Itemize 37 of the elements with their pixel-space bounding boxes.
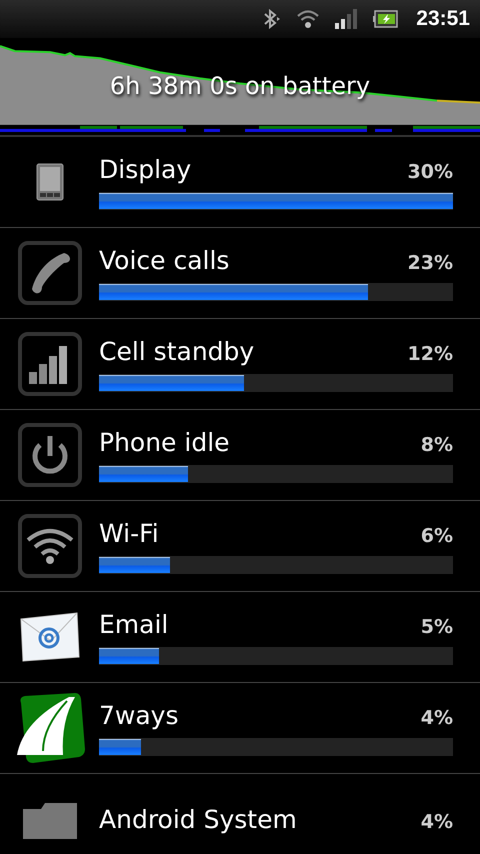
- clock-time: 23:51: [416, 7, 470, 31]
- usage-name: Voice calls: [99, 246, 230, 274]
- phone-handset-icon: [18, 241, 82, 305]
- usage-percent: 4%: [420, 706, 453, 728]
- usage-name: 7ways: [99, 700, 178, 730]
- signal-bars-icon: [18, 332, 82, 396]
- tablet-icon: [36, 163, 64, 201]
- usage-item[interactable]: Email 5%: [0, 592, 480, 683]
- usage-name: Android System: [99, 804, 297, 834]
- usage-item[interactable]: Cell standby 12%: [0, 319, 480, 410]
- usage-name: Display: [99, 154, 192, 184]
- usage-item[interactable]: Voice calls 23%: [0, 228, 480, 319]
- usage-percent: 6%: [420, 524, 453, 546]
- envelope-icon: [18, 611, 80, 663]
- usage-percent: 8%: [420, 434, 453, 456]
- signal-icon: [334, 8, 358, 30]
- activity-bar: [204, 128, 220, 132]
- usage-name: Wi-Fi: [99, 518, 159, 548]
- activity-bar: [375, 128, 392, 132]
- usage-name: Email: [99, 610, 168, 638]
- usage-name: Cell standby: [99, 336, 254, 366]
- usage-percent: 4%: [420, 810, 453, 832]
- usage-item[interactable]: Phone idle 8%: [0, 410, 480, 501]
- usage-item[interactable]: Wi-Fi 6%: [0, 501, 480, 592]
- power-icon: [18, 423, 82, 487]
- usage-percent: 30%: [408, 160, 453, 182]
- usage-name: Phone idle: [99, 428, 230, 456]
- usage-percent: 5%: [420, 616, 453, 638]
- usage-item[interactable]: 7ways 4%: [0, 683, 480, 774]
- usage-item[interactable]: Android System 4%: [0, 774, 480, 854]
- battery-low-line: [436, 100, 480, 104]
- usage-percent: 12%: [408, 342, 453, 364]
- usage-item[interactable]: Display 30%: [0, 137, 480, 228]
- wifi-icon: [296, 8, 320, 30]
- wifi-icon: [18, 514, 82, 578]
- usage-percent: 23%: [408, 252, 453, 274]
- battery-charging-icon: [372, 10, 398, 28]
